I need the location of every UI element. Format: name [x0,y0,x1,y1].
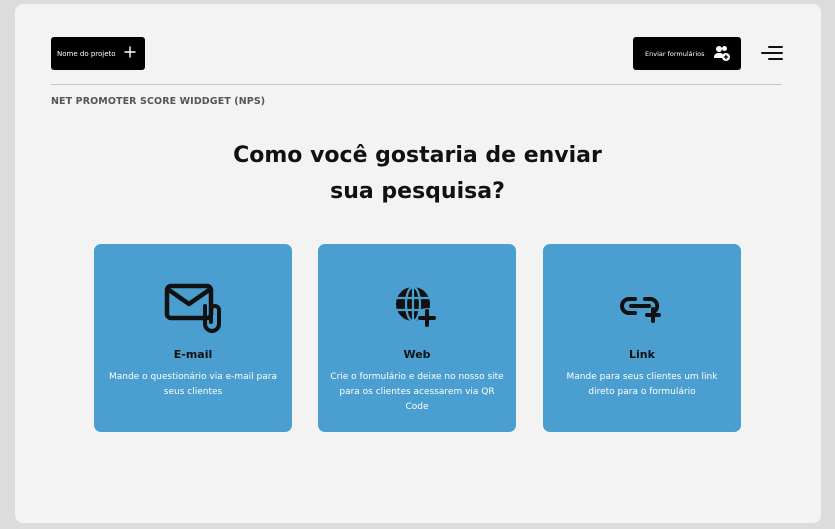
send-forms-label: Enviar formulários [645,49,705,58]
heading-line-1: Como você gostaria de enviar [233,143,602,168]
project-name-label: Nome do projeto [57,49,116,58]
plus-icon [124,46,136,58]
header-divider [51,84,782,85]
link-plus-icon [620,297,661,323]
project-name-button[interactable]: Nome do projeto [51,37,145,70]
option-web-title: Web [403,348,431,361]
option-email-title: E-mail [173,348,213,361]
option-email-description: Mande o questionário via e-mail para seu… [108,372,277,397]
option-link-title: Link [629,348,655,361]
option-web[interactable]: Web Crie o formulário e deixe no nosso s… [318,244,516,432]
option-email[interactable]: E-mail Mande o questionário via e-mail p… [94,244,292,432]
send-forms-button[interactable]: Enviar formulários [633,37,741,70]
option-web-description: Crie o formulário e deixe no nosso site … [330,372,504,412]
menu-icon[interactable] [761,45,783,61]
add-users-icon [714,46,730,61]
heading-line-2: sua pesquisa? [330,179,505,204]
option-link-description: Mande para seus clientes um link direto … [566,372,718,397]
option-link[interactable]: Link Mande para seus clientes um link di… [543,244,741,432]
globe-plus-icon [396,285,437,328]
section-label: NET PROMOTER SCORE WIDDGET (NPS) [51,96,266,107]
page-heading: Como você gostaria de enviar sua pesquis… [0,138,835,210]
email-icon [164,283,221,333]
